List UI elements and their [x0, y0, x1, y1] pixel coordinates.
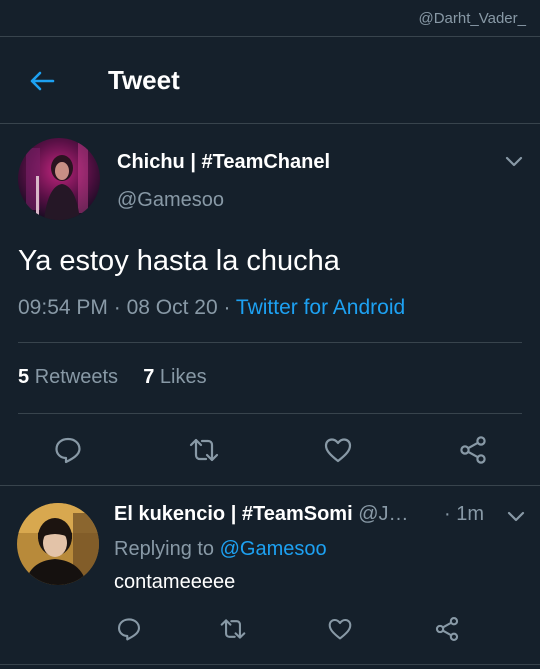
chevron-down-icon	[505, 156, 523, 167]
retweets-label: Retweets	[34, 366, 119, 388]
divider	[0, 664, 540, 665]
reply-author-name[interactable]: El kukencio | #TeamSomi	[114, 503, 353, 525]
likes-label: Likes	[159, 366, 207, 388]
watermark: @Darht_Vader_	[418, 10, 526, 27]
reply-header: El kukencio | #TeamSomi @J…	[114, 503, 490, 526]
share-icon	[435, 617, 459, 641]
retweet-button[interactable]	[186, 432, 222, 468]
replying-to: Replying to @Gamesoo	[114, 538, 327, 561]
reply-reply-button[interactable]	[114, 614, 144, 644]
reply-icon	[55, 437, 81, 464]
top-bar: Tweet	[0, 36, 540, 124]
divider	[0, 485, 540, 486]
retweets-stat[interactable]: 5 Retweets	[18, 366, 118, 388]
tweet-source-link[interactable]: Twitter for Android	[236, 296, 405, 319]
like-icon	[324, 438, 352, 463]
back-button[interactable]	[22, 63, 62, 99]
share-icon	[460, 436, 486, 464]
reply-text: contameeeee	[114, 571, 236, 593]
retweet-icon	[189, 438, 219, 462]
share-button[interactable]	[455, 432, 491, 468]
tweet-date: 08 Oct 20	[126, 296, 218, 319]
retweets-count: 5	[18, 366, 30, 388]
tweet-text: Ya estoy hasta la chucha	[18, 245, 340, 277]
retweet-icon	[220, 619, 246, 639]
reply-options-button[interactable]	[505, 505, 527, 527]
author-avatar[interactable]	[18, 138, 100, 220]
meta-separator: ·	[223, 296, 236, 319]
reply-author-avatar[interactable]	[17, 503, 99, 585]
like-button[interactable]	[320, 432, 356, 468]
likes-stat[interactable]: 7 Likes	[143, 366, 206, 388]
reply-like-button[interactable]	[325, 614, 355, 644]
replying-to-mention[interactable]: @Gamesoo	[220, 538, 327, 560]
reply-retweet-button[interactable]	[218, 614, 248, 644]
likes-count: 7	[143, 366, 155, 388]
replying-to-label: Replying to	[114, 538, 215, 560]
tweet-options-button[interactable]	[503, 150, 525, 172]
like-icon	[328, 618, 352, 640]
tweet-stats: 5 Retweets 7 Likes	[18, 366, 207, 389]
reply-timestamp: · 1m	[444, 503, 484, 525]
tweet-time: 09:54 PM	[18, 296, 108, 319]
divider	[18, 342, 522, 343]
reply-icon	[117, 618, 141, 641]
page-title: Tweet	[108, 65, 180, 95]
author-name[interactable]: Chichu | #TeamChanel	[117, 151, 330, 174]
reply-share-button[interactable]	[432, 614, 462, 644]
back-arrow-icon	[30, 71, 55, 91]
divider	[18, 413, 522, 414]
reply-author-handle[interactable]: @J…	[358, 503, 408, 525]
author-handle[interactable]: @Gamesoo	[117, 189, 224, 212]
meta-separator: ·	[113, 296, 127, 319]
tweet-meta: 09:54 PM · 08 Oct 20 · Twitter for Andro…	[18, 296, 405, 320]
chevron-down-icon	[507, 511, 525, 522]
reply-button[interactable]	[50, 432, 86, 468]
